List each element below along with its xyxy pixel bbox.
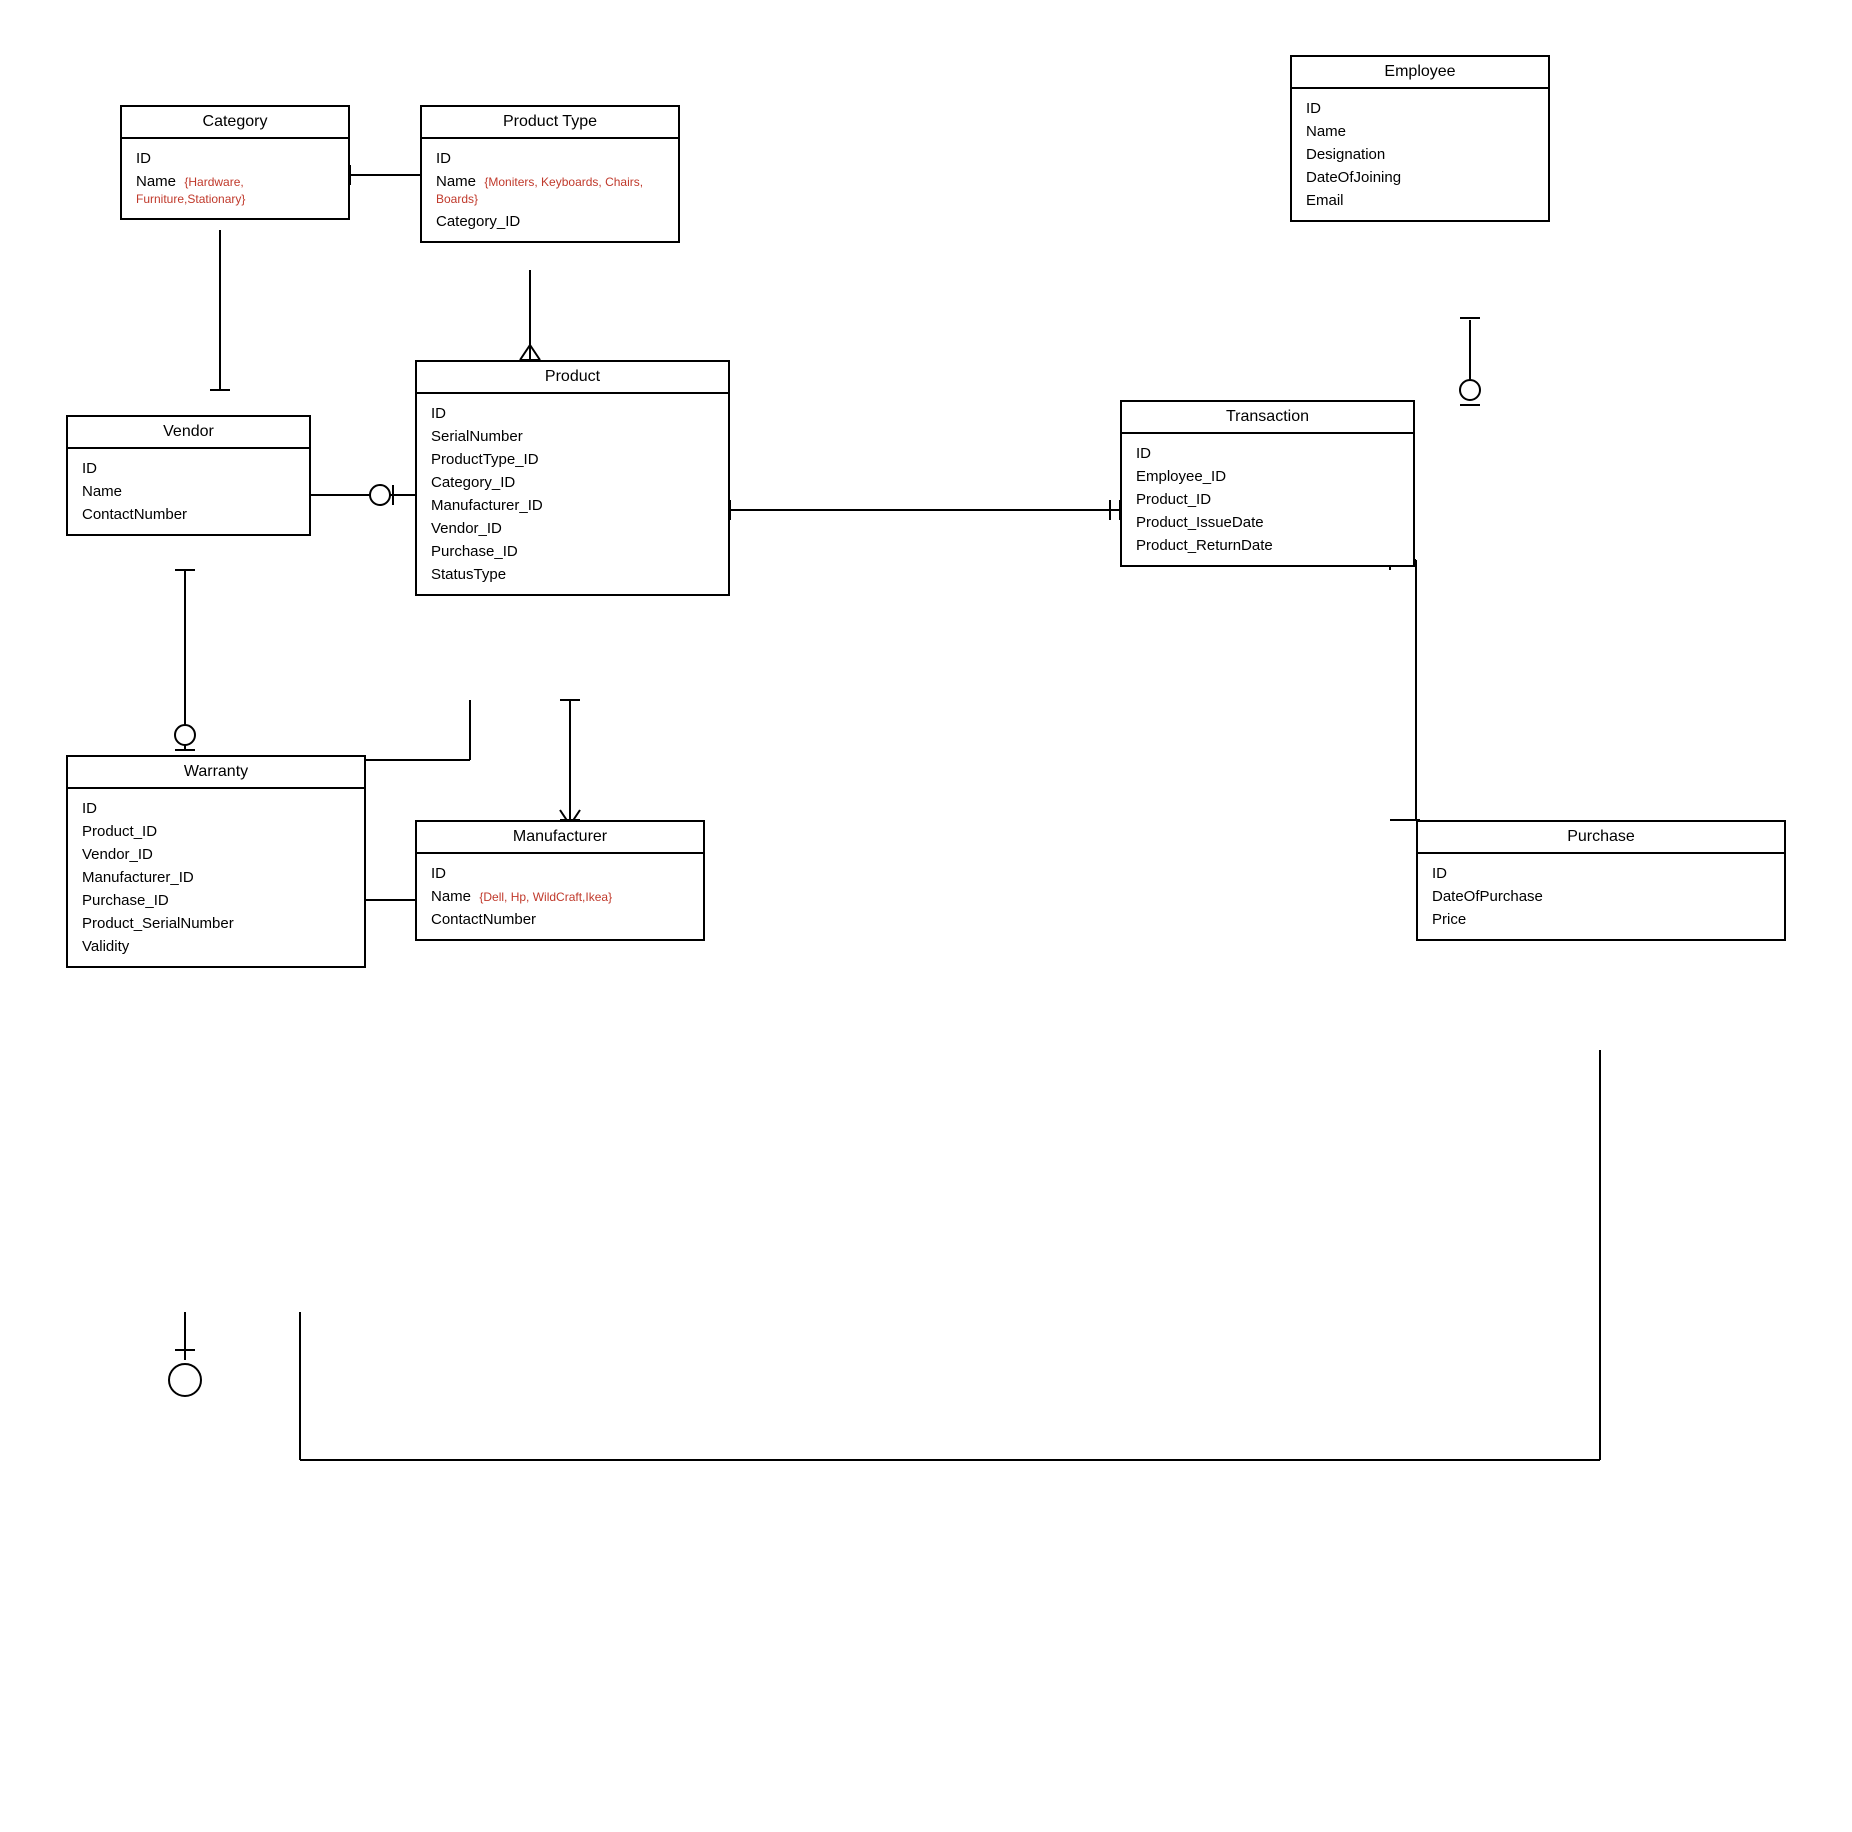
attr: Manufacturer_ID <box>82 866 350 889</box>
entity-employee: Employee ID Name Designation DateOfJoini… <box>1290 55 1550 222</box>
entity-purchase-title: Purchase <box>1418 822 1784 854</box>
attr: Employee_ID <box>1136 465 1399 488</box>
entity-category-title: Category <box>122 107 348 139</box>
attr: Product_IssueDate <box>1136 511 1399 534</box>
attr: Name <box>1306 120 1534 143</box>
entity-warranty-attrs: ID Product_ID Vendor_ID Manufacturer_ID … <box>68 789 364 966</box>
entity-warranty-title: Warranty <box>68 757 364 789</box>
attr: Purchase_ID <box>431 540 714 563</box>
entity-manufacturer-title: Manufacturer <box>417 822 703 854</box>
attr: Product_ID <box>1136 488 1399 511</box>
attr: Price <box>1432 908 1770 931</box>
entity-manufacturer: Manufacturer ID Name {Dell, Hp, WildCraf… <box>415 820 705 941</box>
attr: DateOfPurchase <box>1432 885 1770 908</box>
entity-product-type: Product Type ID Name {Moniters, Keyboard… <box>420 105 680 243</box>
entity-transaction-title: Transaction <box>1122 402 1413 434</box>
entity-category-attrs: ID Name {Hardware, Furniture,Stationary} <box>122 139 348 218</box>
attr: Name <box>82 480 295 503</box>
attr: ID <box>82 457 295 480</box>
entity-category: Category ID Name {Hardware, Furniture,St… <box>120 105 350 220</box>
erd-diagram: Category ID Name {Hardware, Furniture,St… <box>0 0 1852 1832</box>
entity-vendor-title: Vendor <box>68 417 309 449</box>
attr: ID <box>431 862 689 885</box>
entity-employee-attrs: ID Name Designation DateOfJoining Email <box>1292 89 1548 220</box>
attr: Product_SerialNumber <box>82 912 350 935</box>
attr: ID <box>82 797 350 820</box>
attr: Validity <box>82 935 350 958</box>
attr: ID <box>136 147 334 170</box>
attr: Vendor_ID <box>431 517 714 540</box>
entity-product-title: Product <box>417 362 728 394</box>
entity-transaction-attrs: ID Employee_ID Product_ID Product_IssueD… <box>1122 434 1413 565</box>
attr: Product_ID <box>82 820 350 843</box>
attr: Designation <box>1306 143 1534 166</box>
entity-transaction: Transaction ID Employee_ID Product_ID Pr… <box>1120 400 1415 567</box>
attr: ID <box>1306 97 1534 120</box>
attr: SerialNumber <box>431 425 714 448</box>
attr: Name {Moniters, Keyboards, Chairs, Board… <box>436 170 664 210</box>
attr: Category_ID <box>436 210 664 233</box>
entity-employee-title: Employee <box>1292 57 1548 89</box>
attr: ID <box>431 402 714 425</box>
attr: ID <box>436 147 664 170</box>
attr: Product_ReturnDate <box>1136 534 1399 557</box>
attr: Purchase_ID <box>82 889 350 912</box>
entity-purchase: Purchase ID DateOfPurchase Price <box>1416 820 1786 941</box>
attr: ContactNumber <box>431 908 689 931</box>
attr: Manufacturer_ID <box>431 494 714 517</box>
entity-purchase-attrs: ID DateOfPurchase Price <box>1418 854 1784 939</box>
entity-product-type-title: Product Type <box>422 107 678 139</box>
attr: ID <box>1136 442 1399 465</box>
entity-product: Product ID SerialNumber ProductType_ID C… <box>415 360 730 596</box>
attr: ContactNumber <box>82 503 295 526</box>
entity-product-attrs: ID SerialNumber ProductType_ID Category_… <box>417 394 728 594</box>
entity-vendor-attrs: ID Name ContactNumber <box>68 449 309 534</box>
attr: ID <box>1432 862 1770 885</box>
attr: Name {Dell, Hp, WildCraft,Ikea} <box>431 885 689 908</box>
entity-warranty: Warranty ID Product_ID Vendor_ID Manufac… <box>66 755 366 968</box>
attr: Name {Hardware, Furniture,Stationary} <box>136 170 334 210</box>
entity-manufacturer-attrs: ID Name {Dell, Hp, WildCraft,Ikea} Conta… <box>417 854 703 939</box>
entity-vendor: Vendor ID Name ContactNumber <box>66 415 311 536</box>
attr: ProductType_ID <box>431 448 714 471</box>
attr: StatusType <box>431 563 714 586</box>
attr: Email <box>1306 189 1534 212</box>
attr: Category_ID <box>431 471 714 494</box>
attr: Vendor_ID <box>82 843 350 866</box>
entity-product-type-attrs: ID Name {Moniters, Keyboards, Chairs, Bo… <box>422 139 678 241</box>
attr: DateOfJoining <box>1306 166 1534 189</box>
